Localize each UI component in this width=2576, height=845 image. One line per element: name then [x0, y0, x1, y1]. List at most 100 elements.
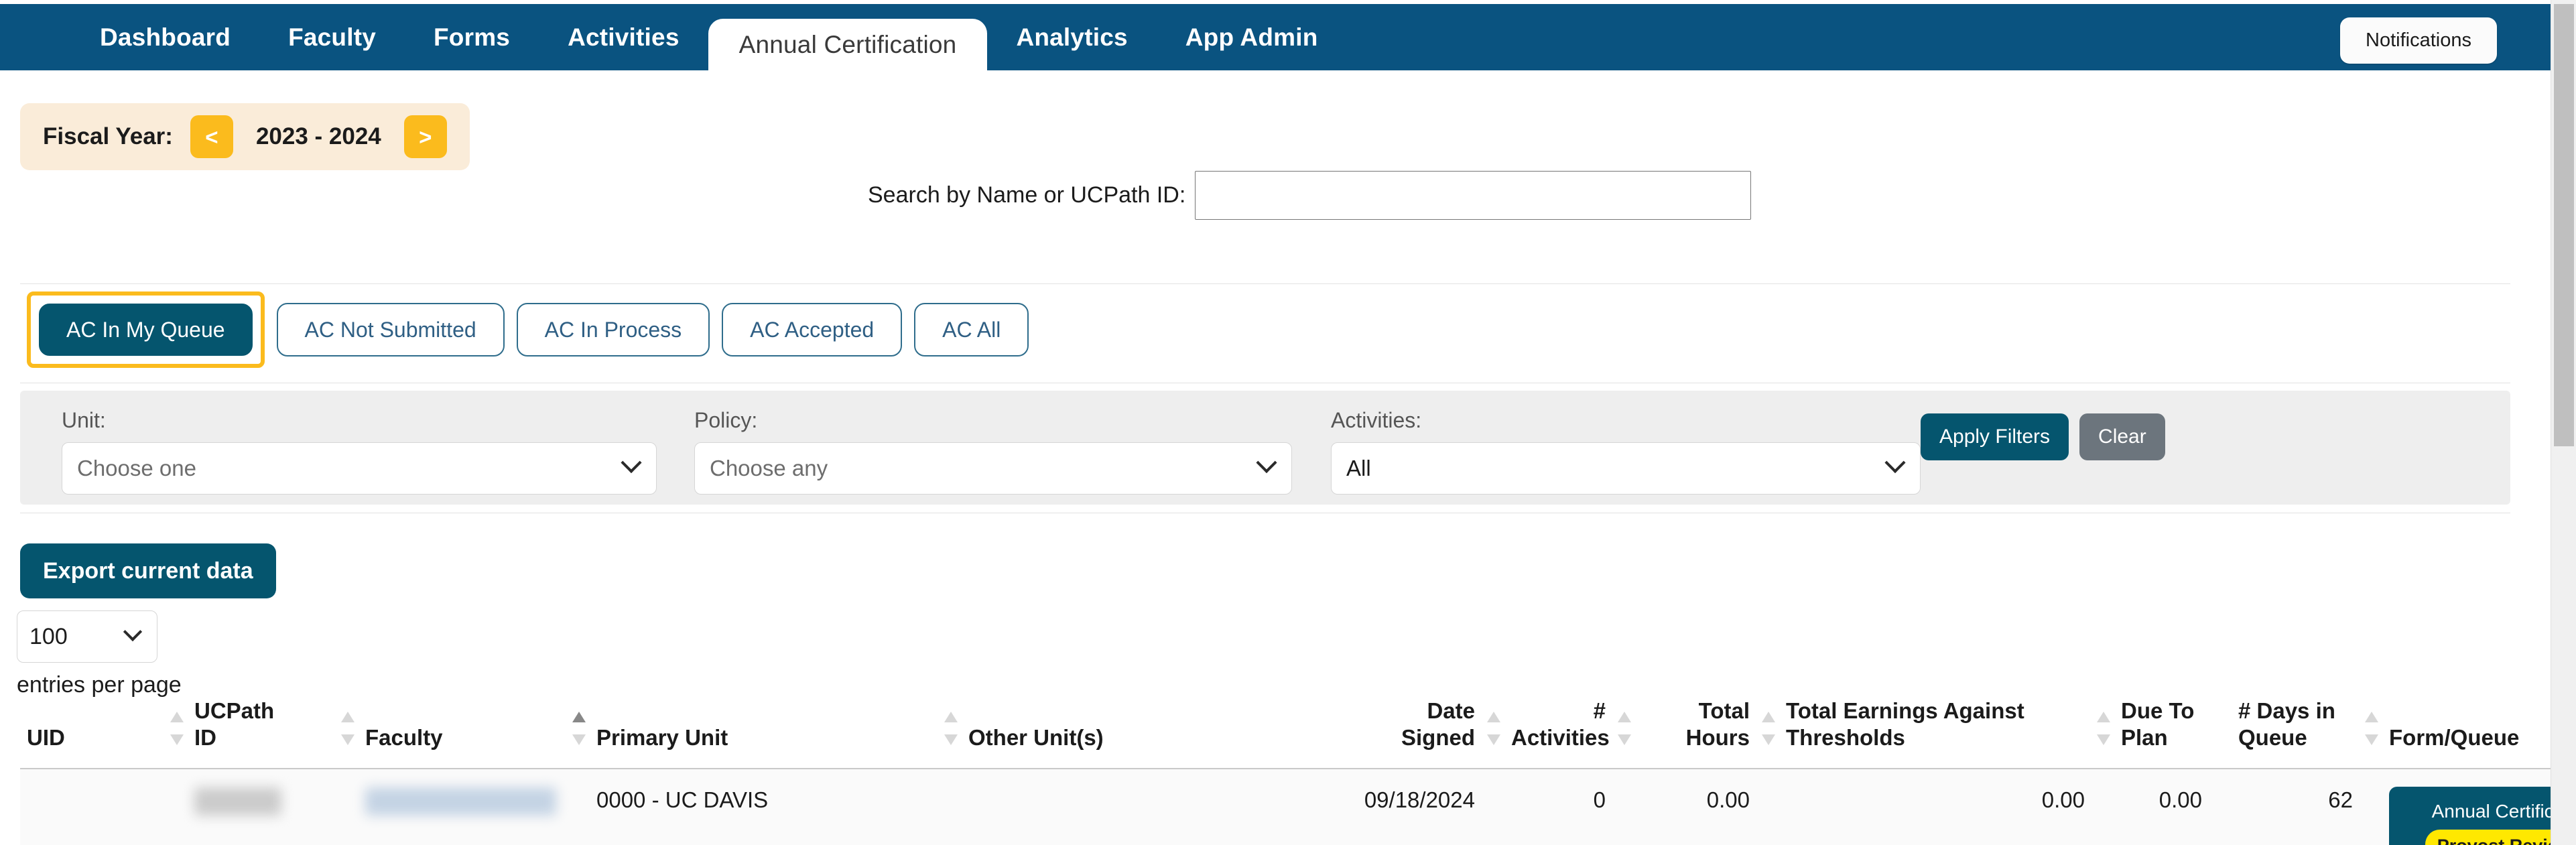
filter-policy-select[interactable]: Choose any [694, 442, 1292, 495]
search-label: Search by Name or UCPath ID: [868, 182, 1185, 208]
sort-icon[interactable] [1618, 712, 1631, 745]
cell-ucpath-id [188, 769, 359, 845]
entries-per-page-select[interactable]: 100 [17, 610, 157, 663]
entries-per-page-value: 100 [29, 624, 68, 650]
certification-table-container: UID UCPath ID Faculty Primary Unit [0, 687, 2551, 845]
sort-icon[interactable] [1487, 712, 1500, 745]
ac-filter-tabs: AC In My Queue AC Not Submitted AC In Pr… [27, 291, 1029, 368]
column-label-date-signed: Date Signed [1401, 698, 1475, 750]
sort-icon[interactable] [2097, 712, 2110, 745]
apply-filters-button[interactable]: Apply Filters [1921, 413, 2069, 460]
tab-ac-in-my-queue[interactable]: AC In My Queue [39, 304, 253, 356]
column-label-total-hours: Total Hours [1686, 698, 1750, 750]
filter-unit-value: Choose one [77, 456, 196, 481]
column-header-primary-unit[interactable]: Primary Unit [590, 687, 962, 769]
chevron-down-icon [1256, 452, 1277, 473]
nav-item-faculty[interactable]: Faculty [259, 4, 405, 70]
column-label-other-units: Other Unit(s) [968, 725, 1104, 750]
sort-icon[interactable] [2365, 712, 2378, 745]
redacted-value [194, 787, 281, 816]
nav-item-dashboard[interactable]: Dashboard [71, 4, 259, 70]
application-window: Dashboard Faculty Forms Activities Annua… [0, 0, 2576, 845]
filter-unit-select[interactable]: Choose one [62, 442, 657, 495]
tab-ac-in-process[interactable]: AC In Process [517, 303, 710, 356]
page-content: Fiscal Year: < 2023 - 2024 > Search by N… [0, 70, 2551, 845]
filter-activities-value: All [1346, 456, 1371, 481]
fiscal-year-prev-button[interactable]: < [190, 115, 233, 158]
filter-policy-group: Policy: Choose any [694, 408, 1292, 495]
column-label-due-to-plan: Due To Plan [2121, 698, 2194, 750]
cell-uid [20, 769, 188, 845]
tab-ac-not-submitted[interactable]: AC Not Submitted [277, 303, 505, 356]
column-label-form-queue: Form/Queue [2389, 725, 2519, 750]
column-header-due-to-plan: Due To Plan [2114, 687, 2232, 769]
column-header-total-hours[interactable]: Total Hours [1635, 687, 1779, 769]
column-header-uid[interactable]: UID [20, 687, 188, 769]
column-header-num-activities[interactable]: # Activities [1504, 687, 1635, 769]
sort-icon-ascending[interactable] [572, 712, 586, 745]
nav-item-app-admin[interactable]: App Admin [1157, 4, 1347, 70]
tab-ac-all[interactable]: AC All [914, 303, 1029, 356]
divider-top [20, 283, 2510, 284]
fiscal-year-value: 2023 - 2024 [251, 123, 387, 150]
nav-item-list: Dashboard Faculty Forms Activities Annua… [0, 4, 1347, 70]
cell-due-to-plan: 0.00 [2114, 769, 2232, 845]
top-navigation-bar: Dashboard Faculty Forms Activities Annua… [0, 4, 2551, 70]
fiscal-year-label: Fiscal Year: [43, 123, 173, 150]
cell-other-units [962, 769, 1344, 845]
sort-icon[interactable] [1762, 712, 1775, 745]
filter-activities-label: Activities: [1331, 408, 1921, 433]
tab-ac-accepted[interactable]: AC Accepted [722, 303, 902, 356]
column-label-ucpath-id: UCPath ID [194, 698, 274, 750]
nav-item-forms[interactable]: Forms [405, 4, 539, 70]
column-header-form-queue: Form/Queue [2382, 687, 2576, 769]
scrollbar-thumb[interactable] [2554, 4, 2574, 446]
clear-filters-button[interactable]: Clear [2079, 413, 2165, 460]
table-body: 0000 - UC DAVIS 09/18/2024 0 0.00 0.00 0… [20, 769, 2576, 845]
column-header-date-signed[interactable]: Date Signed [1344, 687, 1504, 769]
cell-date-signed: 09/18/2024 [1344, 769, 1504, 845]
column-label-uid: UID [27, 725, 65, 750]
sort-icon[interactable] [170, 712, 184, 745]
column-header-faculty[interactable]: Faculty [359, 687, 590, 769]
cell-total-hours: 0.00 [1635, 769, 1779, 845]
nav-item-analytics[interactable]: Analytics [987, 4, 1156, 70]
export-current-data-button[interactable]: Export current data [20, 543, 276, 598]
column-header-ucpath-id[interactable]: UCPath ID [188, 687, 359, 769]
search-row: Search by Name or UCPath ID: [868, 171, 1751, 220]
fiscal-year-box: Fiscal Year: < 2023 - 2024 > [20, 103, 470, 170]
column-header-other-units: Other Unit(s) [962, 687, 1344, 769]
column-header-days-in-queue[interactable]: # Days in Queue [2232, 687, 2382, 769]
cell-num-activities: 0 [1504, 769, 1635, 845]
chevron-down-icon [621, 452, 641, 473]
tab-focus-ring: AC In My Queue [27, 291, 265, 368]
filter-activities-group: Activities: All [1331, 408, 1921, 495]
form-queue-badge[interactable]: Annual Certification Provost Reviewer [2389, 787, 2576, 845]
notifications-button[interactable]: Notifications [2340, 17, 2497, 64]
nav-item-activities[interactable]: Activities [539, 4, 708, 70]
column-label-total-earnings: Total Earnings Against Thresholds [1786, 698, 2024, 750]
redacted-value [365, 787, 556, 816]
filter-unit-group: Unit: Choose one [62, 408, 657, 495]
cell-total-earnings: 0.00 [1779, 769, 2114, 845]
nav-item-annual-certification[interactable]: Annual Certification [708, 19, 988, 70]
certification-table: UID UCPath ID Faculty Primary Unit [20, 687, 2576, 845]
chevron-down-icon [1884, 452, 1905, 473]
column-label-days-in-queue: # Days in Queue [2238, 698, 2335, 750]
filter-policy-value: Choose any [710, 456, 828, 481]
column-label-num-activities: # Activities [1511, 698, 1610, 750]
cell-faculty [359, 769, 590, 845]
sort-icon[interactable] [944, 712, 958, 745]
filter-action-buttons: Apply Filters Clear [1921, 413, 2165, 460]
column-header-total-earnings[interactable]: Total Earnings Against Thresholds [1779, 687, 2114, 769]
table-head: UID UCPath ID Faculty Primary Unit [20, 687, 2576, 769]
cell-primary-unit: 0000 - UC DAVIS [590, 769, 962, 845]
search-input[interactable] [1195, 171, 1751, 220]
fiscal-year-next-button[interactable]: > [404, 115, 447, 158]
sort-icon[interactable] [341, 712, 355, 745]
column-label-primary-unit: Primary Unit [596, 725, 728, 750]
vertical-scrollbar[interactable] [2551, 0, 2576, 845]
table-row[interactable]: 0000 - UC DAVIS 09/18/2024 0 0.00 0.00 0… [20, 769, 2576, 845]
column-label-faculty: Faculty [365, 725, 443, 750]
filter-activities-select[interactable]: All [1331, 442, 1921, 495]
